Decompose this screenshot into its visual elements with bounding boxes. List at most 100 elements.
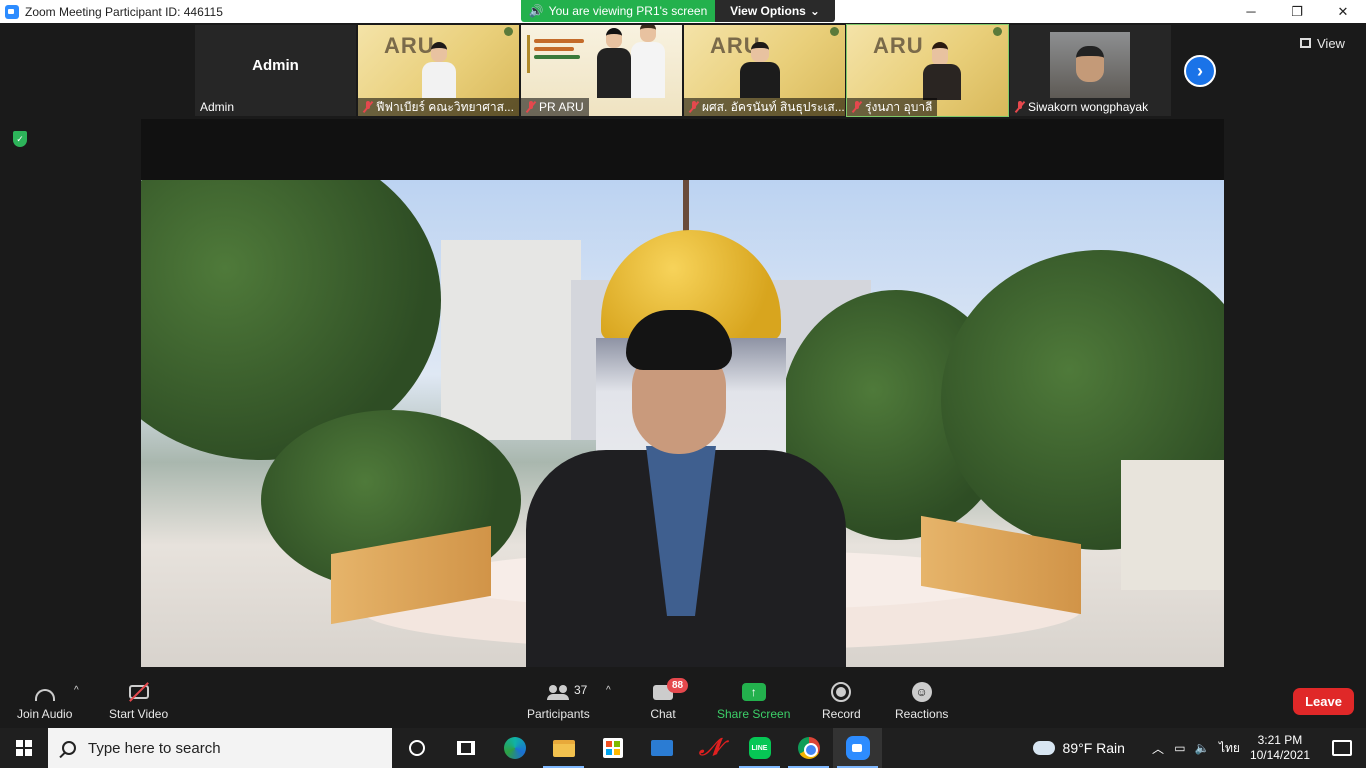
volume-muted-icon[interactable]: 🔈 (1191, 741, 1213, 755)
start-video-button[interactable]: Start Video (109, 681, 168, 721)
view-options-button[interactable]: View Options ⌄ (715, 0, 835, 22)
mic-muted-icon (363, 101, 373, 113)
join-audio-button[interactable]: Join Audio (17, 681, 72, 721)
reactions-label: Reactions (895, 707, 949, 721)
window-controls: ─ ❐ ✕ (1228, 0, 1366, 23)
participant-center-name: Admin (252, 57, 299, 74)
view-options-label: View Options (730, 4, 806, 18)
participant-tile[interactable]: Siwakorn wongphayak (1010, 25, 1171, 116)
cortana-button[interactable] (392, 728, 441, 768)
view-label: View (1317, 35, 1345, 51)
participant-name: ฟีฟาเบียร์ คณะวิทยาศาส... (376, 99, 514, 114)
taskbar-edge[interactable] (490, 728, 539, 768)
next-page-button[interactable]: › (1184, 55, 1216, 87)
line-app-icon: LINE (748, 737, 771, 759)
chevron-up-icon[interactable]: ︿ (1147, 740, 1169, 757)
cortana-icon (408, 740, 425, 756)
leave-button[interactable]: Leave (1293, 688, 1354, 715)
minimize-button[interactable]: ─ (1228, 0, 1274, 23)
taskbar-zoom[interactable] (833, 728, 882, 768)
share-screen-button[interactable]: ↑ Share Screen (717, 681, 790, 721)
zoom-app-icon (5, 4, 19, 19)
chrome-icon (797, 737, 820, 759)
participant-name: PR ARU (539, 100, 584, 114)
participant-name-bar: ฟีฟาเบียร์ คณะวิทยาศาส... (358, 98, 519, 116)
university-seal-icon (504, 27, 513, 36)
windows-logo-icon (16, 740, 32, 756)
close-button[interactable]: ✕ (1320, 0, 1366, 23)
participants-icon (547, 685, 570, 700)
start-video-label: Start Video (109, 707, 169, 721)
participant-video (597, 28, 631, 98)
participant-name-bar: Admin (195, 98, 239, 116)
participant-name: รุ่งนภา อุบาลี (865, 99, 933, 114)
system-clock[interactable]: 3:21 PM 10/14/2021 (1250, 733, 1310, 763)
taskbar-chrome[interactable] (784, 728, 833, 768)
red-app-icon: 𝒩 (699, 734, 722, 761)
chat-label: Chat (650, 707, 676, 721)
mic-muted-icon (526, 101, 536, 113)
share-screen-label: Share Screen (717, 707, 791, 721)
mail-icon (650, 740, 673, 756)
taskbar-store[interactable] (588, 728, 637, 768)
taskbar-file-explorer[interactable] (539, 728, 588, 768)
clock-date: 10/14/2021 (1249, 748, 1310, 762)
store-icon (602, 738, 623, 758)
participant-tile-active-speaker[interactable]: ARU รุ่งนภา อุบาลี (846, 24, 1009, 117)
audio-options-caret[interactable]: ^ (74, 685, 79, 696)
participant-video (740, 42, 780, 98)
chevron-down-icon: ⌄ (809, 4, 820, 18)
viewing-screen-text: You are viewing PR1's screen (548, 4, 708, 18)
restore-button[interactable]: ❐ (1274, 0, 1320, 23)
taskbar-red-app[interactable]: 𝒩 (686, 728, 735, 768)
participant-video (1050, 32, 1130, 98)
participant-tile[interactable]: ARU ผศส. อัครนันท์ สินธุประเส... (684, 25, 845, 116)
participant-name-bar: Siwakorn wongphayak (1010, 98, 1153, 116)
participant-name-bar: รุ่งนภา อุบาลี (847, 98, 938, 116)
folder-icon (552, 739, 575, 757)
headset-icon (34, 689, 55, 701)
mic-muted-icon (689, 101, 699, 113)
participant-name: Siwakorn wongphayak (1028, 100, 1149, 114)
record-button[interactable]: Record (822, 681, 861, 721)
participant-strip: Admin Admin ARU ฟีฟาเบียร์ คณะวิทยาศาส..… (195, 24, 1171, 117)
speaker-person (526, 310, 846, 667)
network-icon[interactable]: ▭ (1169, 741, 1191, 755)
university-seal-icon (993, 27, 1002, 36)
task-view-button[interactable] (441, 728, 490, 768)
rain-cloud-icon (1032, 741, 1055, 755)
share-screen-icon: ↑ (741, 683, 766, 701)
taskbar-mail[interactable] (637, 728, 686, 768)
participants-count: 37 (574, 683, 588, 697)
participant-name-bar: PR ARU (521, 98, 589, 116)
participant-video (923, 42, 961, 100)
viewing-screen-banner: 🔊 You are viewing PR1's screen (521, 0, 715, 22)
aru-logo-text: ARU (873, 33, 924, 58)
view-button[interactable]: View (1300, 33, 1345, 53)
reactions-button[interactable]: ☺ Reactions (895, 681, 948, 721)
meeting-area: Admin Admin ARU ฟีฟาเบียร์ คณะวิทยาศาส..… (0, 23, 1366, 675)
weather-text[interactable]: 89°F Rain (1063, 740, 1125, 756)
participants-options-caret[interactable]: ^ (606, 685, 611, 696)
participant-tile[interactable]: ARU ฟีฟาเบียร์ คณะวิทยาศาส... (358, 25, 519, 116)
participant-name: Admin (200, 100, 235, 114)
taskbar-search-box[interactable]: Type here to search (48, 728, 392, 768)
join-audio-label: Join Audio (17, 707, 73, 721)
participant-name-bar: ผศส. อัครนันท์ สินธุประเส... (684, 98, 845, 116)
task-view-icon (456, 741, 475, 755)
participant-video (422, 42, 456, 98)
notification-icon[interactable] (1332, 740, 1352, 756)
participant-tile[interactable]: PR ARU (521, 25, 682, 116)
zoom-icon (845, 736, 870, 760)
grid-view-icon (1300, 38, 1311, 48)
start-button[interactable] (0, 728, 48, 768)
input-language[interactable]: ไทย (1219, 739, 1240, 758)
record-label: Record (822, 707, 861, 721)
participant-tile-admin[interactable]: Admin Admin (195, 25, 356, 116)
search-placeholder: Type here to search (88, 739, 221, 757)
taskbar-line[interactable]: LINE (735, 728, 784, 768)
system-tray: 89°F Rain ︿ ▭ 🔈 ไทย 3:21 PM 10/14/2021 (1032, 728, 1366, 768)
encryption-shield-icon[interactable]: ✓ (13, 131, 27, 147)
edge-browser-icon (503, 737, 526, 759)
mic-muted-icon (852, 101, 862, 113)
